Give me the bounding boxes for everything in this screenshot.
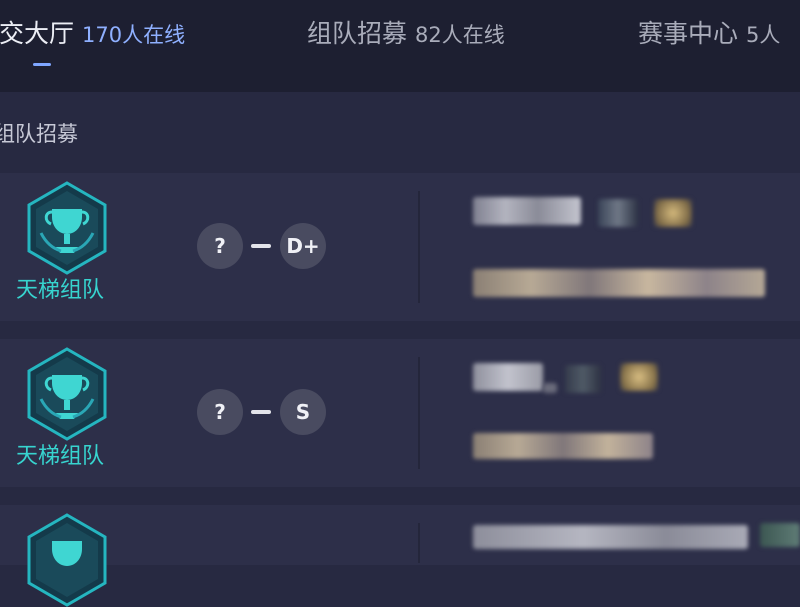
tab-social-hall-count: 170人在线 xyxy=(82,23,186,47)
tab-team-recruit[interactable]: 组队招募 82人在线 xyxy=(307,14,505,50)
blurred-description xyxy=(473,269,765,297)
blurred-rank-icon xyxy=(620,363,658,391)
rank-low-badge: ? xyxy=(197,223,243,269)
blurred-player-name-suffix xyxy=(543,383,557,393)
badge-label: 天梯组队 xyxy=(16,278,105,303)
tab-team-recruit-label: 组队招募 xyxy=(307,19,408,48)
rank-range-dash xyxy=(251,410,271,414)
blurred-description xyxy=(473,433,653,459)
recruit-card[interactable]: 天梯组队 ? D+ xyxy=(0,173,800,321)
blurred-avatar xyxy=(598,199,638,227)
tab-team-recruit-count: 82人在线 xyxy=(415,23,505,47)
card-divider xyxy=(418,523,420,563)
rank-range-dash xyxy=(251,244,271,248)
tab-social-hall[interactable]: 社交大厅 170人在线 xyxy=(0,14,185,50)
card-divider xyxy=(418,191,420,303)
top-tab-bar: 社交大厅 170人在线 组队招募 82人在线 赛事中心 5人 xyxy=(0,0,800,92)
recruit-card[interactable]: 天梯组队 ? S xyxy=(0,339,800,487)
recruit-card[interactable] xyxy=(0,505,800,607)
trophy-shield-icon xyxy=(27,513,107,607)
badge-label: 天梯组队 xyxy=(16,444,105,469)
trophy-shield-icon xyxy=(27,181,107,275)
card-divider xyxy=(418,357,420,469)
tab-social-hall-label: 社交大厅 xyxy=(0,19,75,48)
active-tab-indicator xyxy=(33,63,51,66)
blurred-avatar xyxy=(760,523,800,547)
rank-low-badge: ? xyxy=(197,389,243,435)
section-title: 组队招募 xyxy=(0,122,78,146)
tab-event-center-count: 5人 xyxy=(746,23,781,47)
trophy-shield-icon xyxy=(27,347,107,441)
blurred-avatar xyxy=(565,365,601,393)
rank-high-badge: D+ xyxy=(280,223,326,269)
blurred-player-name xyxy=(473,525,748,549)
rank-high-badge: S xyxy=(280,389,326,435)
blurred-rank-icon xyxy=(654,199,692,227)
blurred-player-name xyxy=(473,197,581,225)
tab-event-center[interactable]: 赛事中心 5人 xyxy=(638,14,780,50)
tab-event-center-label: 赛事中心 xyxy=(638,19,739,48)
blurred-player-name xyxy=(473,363,543,391)
